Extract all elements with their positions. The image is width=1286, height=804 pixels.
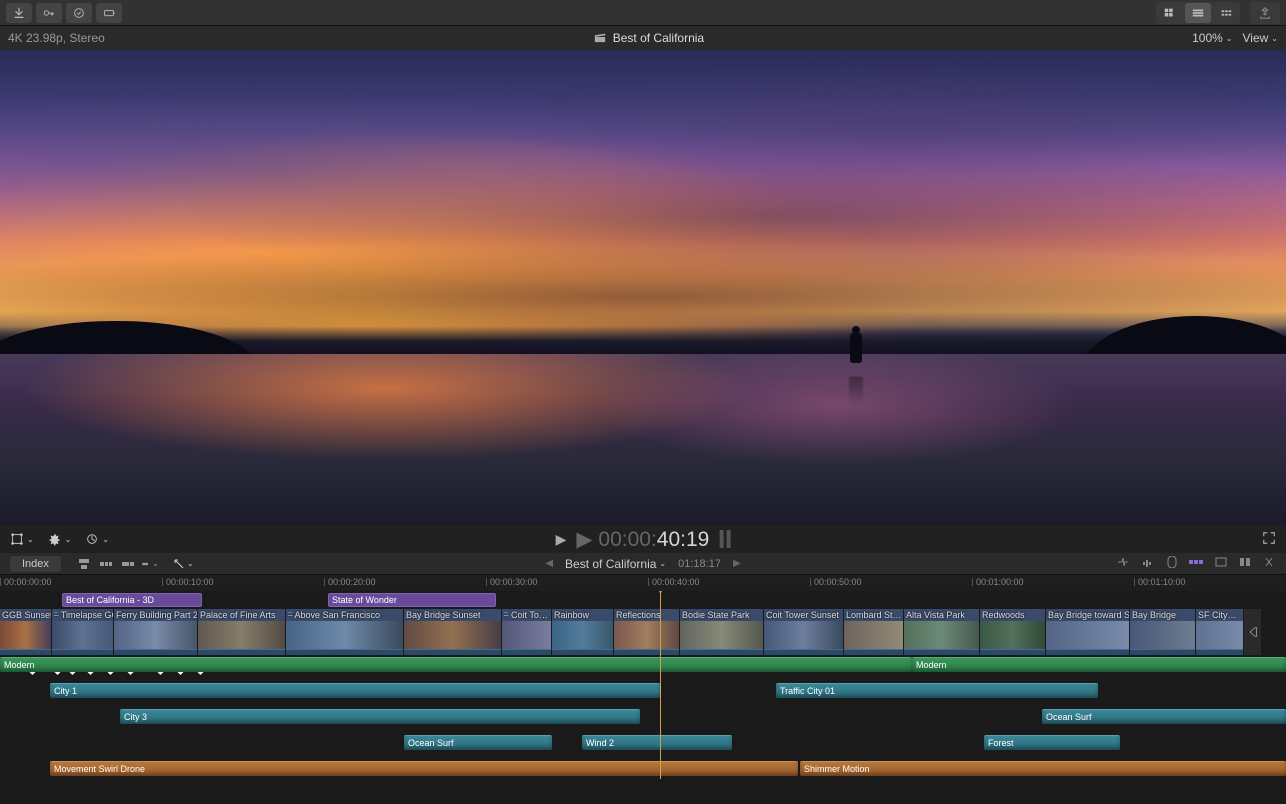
audio-clip[interactable]: Forest [984, 735, 1120, 750]
top-toolbar [0, 0, 1286, 26]
video-clip[interactable]: Ferry Building Part 2 [114, 609, 198, 655]
ruler-tick: 00:00:50:00 [810, 577, 862, 587]
zoom-dropdown[interactable]: 100% ⌄ [1192, 31, 1232, 45]
retime-dropdown[interactable]: ⌄ [48, 532, 72, 546]
solo-icon[interactable] [1164, 556, 1178, 571]
enhancements-icon[interactable] [96, 3, 122, 23]
project-prev-icon[interactable]: ◀ [545, 558, 553, 569]
view-dropdown[interactable]: View ⌄ [1243, 31, 1279, 45]
video-clip[interactable]: Bay Bridge toward SF [1046, 609, 1130, 655]
ruler-tick: 00:01:00:00 [972, 577, 1024, 587]
project-bar: Index ⌄ ⌄ ◀ Best of California ⌄ 01:18:1… [0, 553, 1286, 575]
project-name-dropdown[interactable]: Best of California ⌄ [565, 557, 666, 571]
connect-clip-icon[interactable] [75, 556, 93, 572]
audio-clip[interactable]: Movement Swirl Drone [50, 761, 798, 776]
skimming-icon[interactable] [1116, 556, 1130, 571]
audio-clip[interactable]: Ocean Surf [1042, 709, 1286, 724]
music-clip[interactable]: Modern [912, 657, 1286, 672]
video-clip[interactable]: Redwoods [980, 609, 1046, 655]
list-view-icon[interactable] [1185, 3, 1211, 23]
viewer-title: Best of California [613, 31, 704, 45]
play-icon[interactable]: ▶ [556, 531, 567, 548]
video-clip[interactable]: GGB Sunset [0, 609, 52, 655]
video-clip[interactable]: Bay Bridge [1130, 609, 1196, 655]
video-clip[interactable]: Alta Vista Park [904, 609, 980, 655]
ruler-tick: 00:00:20:00 [324, 577, 376, 587]
trim-icon[interactable] [1262, 556, 1276, 571]
fullscreen-icon[interactable] [1262, 531, 1276, 548]
audio-clip[interactable]: Shimmer Motion [800, 761, 1286, 776]
video-clip[interactable]: Palace of Fine Arts [198, 609, 286, 655]
video-clip[interactable]: Reflections [614, 609, 680, 655]
import-icon[interactable] [6, 3, 32, 23]
ruler-tick: 00:00:40:00 [648, 577, 700, 587]
ruler-tick: 00:00:00:00 [0, 577, 52, 587]
audio-clip[interactable]: City 1 [50, 683, 660, 698]
insert-clip-icon[interactable] [97, 556, 115, 572]
overwrite-clip-dropdown[interactable]: ⌄ [141, 556, 159, 572]
timecode-display[interactable]: ▶ 00:00:40:19 [576, 527, 709, 552]
audio-clip[interactable]: Ocean Surf [404, 735, 552, 750]
index-button[interactable]: Index [10, 556, 61, 572]
transform-dropdown[interactable]: ⌄ [10, 532, 34, 546]
timeline-ruler[interactable]: 00:00:00:00 00:00:10:00 00:00:20:00 00:00:3… [0, 575, 1286, 591]
title-clip[interactable]: Best of California - 3D [62, 593, 202, 607]
browser-layout-group [1156, 2, 1240, 24]
audio-track[interactable]: Ocean Surf Wind 2 Forest [0, 735, 1286, 751]
append-clip-icon[interactable] [119, 556, 137, 572]
snapping-icon[interactable] [1188, 556, 1204, 571]
video-clip[interactable]: SF City… [1196, 609, 1244, 655]
audio-clip[interactable]: City 3 [120, 709, 640, 724]
video-clip[interactable]: ⎯ Timelapse GGB [52, 609, 114, 655]
audio-skimming-icon[interactable] [1140, 556, 1154, 571]
clip-view-icon[interactable] [1157, 3, 1183, 23]
background-tasks-icon[interactable] [66, 3, 92, 23]
clip-insert-group: ⌄ [75, 556, 159, 572]
audio-track[interactable]: City 1 Traffic City 01 [0, 683, 1286, 699]
project-duration: 01:18:17 [678, 558, 721, 570]
keyword-icon[interactable] [36, 3, 62, 23]
video-clip[interactable]: ⎯ Above San Francisco [286, 609, 404, 655]
video-clip[interactable]: ⎯ Coit To… [502, 609, 552, 655]
video-clip[interactable]: Lombard St… [844, 609, 904, 655]
audio-clip[interactable]: Traffic City 01 [776, 683, 1098, 698]
tools-dropdown[interactable]: ⌄ [173, 558, 194, 570]
lanes-icon[interactable] [1238, 556, 1252, 571]
audio-track[interactable]: City 3 Ocean Surf [0, 709, 1286, 725]
ruler-tick: 00:01:10:00 [1134, 577, 1186, 587]
enhance-dropdown[interactable]: ⌄ [85, 532, 109, 546]
clip-appearance-icon[interactable] [1214, 556, 1228, 571]
filmstrip-view-icon[interactable] [1213, 3, 1239, 23]
video-clip[interactable]: Bay Bridge Sunset [404, 609, 502, 655]
project-next-icon[interactable]: ▶ [733, 558, 741, 569]
primary-storyline[interactable]: GGB Sunset⎯ Timelapse GGBFerry Building … [0, 609, 1286, 655]
timeline[interactable]: Best of California - 3D State of Wonder G… [0, 591, 1286, 779]
viewer-info-bar: 4K 23.98p, Stereo Best of California 100… [0, 26, 1286, 50]
transport-bar: ⌄ ⌄ ⌄ ▶ ▶ 00:00:40:19 [0, 525, 1286, 553]
clapper-icon [593, 31, 607, 46]
audio-clip[interactable]: Wind 2 [582, 735, 732, 750]
ruler-tick: 00:00:10:00 [162, 577, 214, 587]
music-clip[interactable]: Modern [0, 657, 912, 672]
format-info: 4K 23.98p, Stereo [8, 31, 105, 45]
video-clip[interactable]: Coit Tower Sunset [764, 609, 844, 655]
audio-meters-icon[interactable] [719, 530, 730, 548]
share-icon[interactable] [1250, 2, 1280, 24]
timeline-end-icon [1244, 609, 1262, 655]
video-clip[interactable]: Bodie State Park [680, 609, 764, 655]
video-viewer[interactable] [0, 50, 1286, 525]
title-clip[interactable]: State of Wonder [328, 593, 496, 607]
audio-track[interactable]: Movement Swirl DroneShimmer Motion [0, 761, 1286, 777]
music-track[interactable]: ModernModern [0, 657, 1286, 673]
ruler-tick: 00:00:30:00 [486, 577, 538, 587]
titles-track[interactable]: Best of California - 3D State of Wonder [0, 593, 1286, 607]
video-clip[interactable]: Rainbow [552, 609, 614, 655]
